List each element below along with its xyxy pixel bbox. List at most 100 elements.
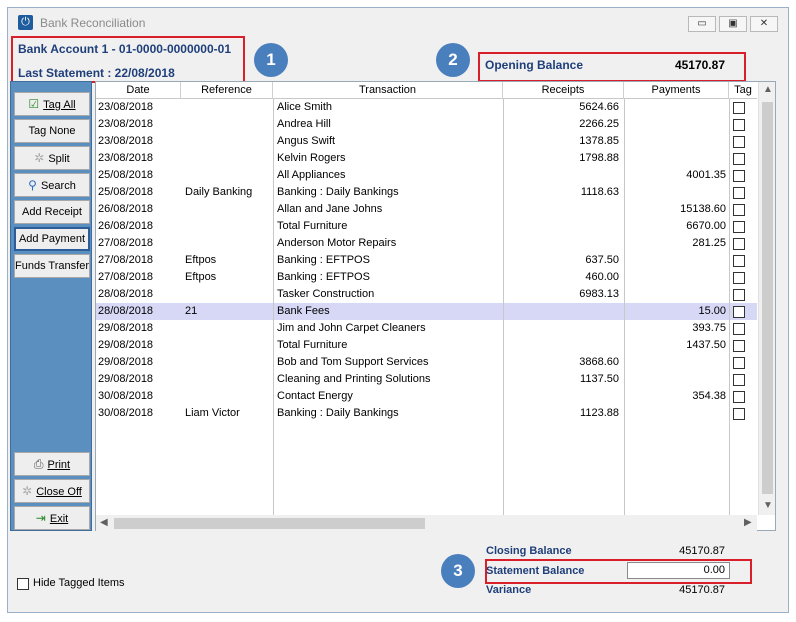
cell-payments: [626, 133, 726, 150]
table-row[interactable]: 28/08/2018 21 Bank Fees 15.00: [96, 303, 757, 320]
cell-receipts: 1123.88: [580, 407, 619, 419]
table-row[interactable]: 25/08/2018 Daily Banking Banking : Daily B…: [96, 184, 757, 201]
funds-transfer-button[interactable]: Funds Transfer: [14, 254, 90, 278]
cell-receipts: 5624.66: [579, 101, 619, 113]
bank-account-label: Bank Account 1 - 01-0000-0000000-01: [18, 42, 231, 56]
maximize-button[interactable]: ▣: [719, 16, 747, 32]
hide-tagged-checkbox[interactable]: [17, 578, 29, 590]
cell-txn: Cleaning and Printing Solutions: [277, 373, 431, 385]
table-row[interactable]: 30/08/2018 Liam Victor Banking : Daily Ban…: [96, 405, 757, 422]
table-row[interactable]: 29/08/2018 Jim and John Carpet Cleaners 39…: [96, 320, 757, 337]
cell-date: 26/08/2018: [98, 220, 154, 232]
table-row[interactable]: 23/08/2018 Kelvin Rogers 1798.88: [96, 150, 757, 167]
cell-receipts: 637.50: [585, 254, 619, 266]
horizontal-scrollbar[interactable]: ◀ ▶: [96, 515, 757, 531]
tag-none-button[interactable]: Tag None: [14, 119, 90, 143]
close-button[interactable]: ✕: [750, 16, 778, 32]
exit-button[interactable]: ⇥ Exit: [14, 506, 90, 530]
cell-txn: Allan and Jane Johns: [277, 203, 383, 215]
cell-ref: [185, 388, 273, 405]
column-header-tag[interactable]: Tag: [729, 82, 757, 99]
cell-ref: [185, 99, 273, 116]
scroll-left-arrow-icon[interactable]: ◀: [100, 517, 108, 528]
cell-ref: [185, 167, 273, 184]
tag-checkbox[interactable]: [733, 255, 745, 267]
add-payment-button[interactable]: Add Payment: [14, 227, 90, 251]
tag-all-button[interactable]: ☑ Tag All: [14, 92, 90, 116]
table-row[interactable]: 29/08/2018 Total Furniture 1437.50: [96, 337, 757, 354]
column-header-payments[interactable]: Payments: [624, 82, 729, 99]
split-button[interactable]: ✲ Split: [14, 146, 90, 170]
table-row[interactable]: 26/08/2018 Allan and Jane Johns 15138.60: [96, 201, 757, 218]
cell-date: 23/08/2018: [98, 152, 154, 164]
table-row[interactable]: 27/08/2018 Anderson Motor Repairs 281.25: [96, 235, 757, 252]
tag-checkbox[interactable]: [733, 102, 745, 114]
table-row[interactable]: 29/08/2018 Cleaning and Printing Solution…: [96, 371, 757, 388]
closing-balance-label: Closing Balance: [486, 545, 572, 557]
tag-checkbox[interactable]: [733, 408, 745, 420]
vertical-scroll-thumb[interactable]: [762, 102, 773, 494]
table-row[interactable]: 28/08/2018 Tasker Construction 6983.13: [96, 286, 757, 303]
cell-receipts: 460.00: [585, 271, 619, 283]
tag-checkbox[interactable]: [733, 170, 745, 182]
column-header-date[interactable]: Date: [96, 82, 181, 99]
cell-receipts: 1137.50: [580, 373, 619, 385]
closing-balance-value: 45170.87: [679, 545, 725, 557]
close-off-button[interactable]: ✲ Close Off: [14, 479, 90, 503]
cell-ref: [185, 320, 273, 337]
tag-checkbox[interactable]: [733, 119, 745, 131]
transactions-grid: Date Reference Transaction Receipts Paym…: [95, 81, 776, 531]
column-header-reference[interactable]: Reference: [181, 82, 273, 99]
table-row[interactable]: 23/08/2018 Andrea Hill 2266.25: [96, 116, 757, 133]
tag-checkbox[interactable]: [733, 357, 745, 369]
table-row[interactable]: 23/08/2018 Alice Smith 5624.66: [96, 99, 757, 116]
table-row[interactable]: 27/08/2018 Eftpos Banking : EFTPOS 460.00: [96, 269, 757, 286]
cell-ref: [185, 116, 273, 133]
table-row[interactable]: 27/08/2018 Eftpos Banking : EFTPOS 637.50: [96, 252, 757, 269]
cell-ref: [185, 133, 273, 150]
cell-txn: Banking : Daily Bankings: [277, 407, 399, 419]
tag-checkbox[interactable]: [733, 374, 745, 386]
tag-checkbox[interactable]: [733, 272, 745, 284]
vertical-scrollbar[interactable]: ▲ ▼: [758, 82, 775, 515]
cell-ref: [185, 337, 273, 354]
tag-checkbox[interactable]: [733, 187, 745, 199]
cell-ref: [185, 150, 273, 167]
tag-checkbox[interactable]: [733, 153, 745, 165]
split-icon: ✲: [34, 151, 45, 165]
callout-badge-1: 1: [254, 43, 288, 77]
table-row[interactable]: 30/08/2018 Contact Energy 354.38: [96, 388, 757, 405]
cell-date: 28/08/2018: [98, 288, 154, 300]
cell-receipts: [505, 337, 619, 354]
tag-checkbox[interactable]: [733, 340, 745, 352]
scroll-up-arrow-icon[interactable]: ▲: [763, 84, 773, 95]
tag-checkbox[interactable]: [733, 204, 745, 216]
statement-balance-input[interactable]: 0.00: [627, 562, 730, 579]
scroll-down-arrow-icon[interactable]: ▼: [763, 500, 773, 511]
column-header-transaction[interactable]: Transaction: [273, 82, 503, 99]
column-header-receipts[interactable]: Receipts: [503, 82, 624, 99]
table-row[interactable]: 25/08/2018 All Appliances 4001.35: [96, 167, 757, 184]
tag-checkbox[interactable]: [733, 221, 745, 233]
tag-checkbox[interactable]: [733, 391, 745, 403]
cell-receipts: [505, 303, 619, 320]
search-button[interactable]: ⚲ Search: [14, 173, 90, 197]
horizontal-scroll-thumb[interactable]: [114, 518, 425, 529]
cell-ref: [185, 235, 273, 252]
tag-checkbox[interactable]: [733, 136, 745, 148]
table-row[interactable]: 26/08/2018 Total Furniture 6670.00: [96, 218, 757, 235]
variance-label: Variance: [486, 584, 532, 596]
table-row[interactable]: 29/08/2018 Bob and Tom Support Services 38…: [96, 354, 757, 371]
tag-checkbox[interactable]: [733, 306, 745, 318]
variance-value: 45170.87: [679, 584, 725, 596]
tag-checkbox[interactable]: [733, 289, 745, 301]
tag-checkbox[interactable]: [733, 238, 745, 250]
cell-payments: 281.25: [692, 237, 726, 249]
cell-ref: Eftpos: [185, 254, 217, 266]
print-button[interactable]: ⎙ Print: [14, 452, 90, 476]
tag-checkbox[interactable]: [733, 323, 745, 335]
scroll-right-arrow-icon[interactable]: ▶: [744, 517, 752, 528]
minimize-button[interactable]: ▭: [688, 16, 716, 32]
add-receipt-button[interactable]: Add Receipt: [14, 200, 90, 224]
table-row[interactable]: 23/08/2018 Angus Swift 1378.85: [96, 133, 757, 150]
